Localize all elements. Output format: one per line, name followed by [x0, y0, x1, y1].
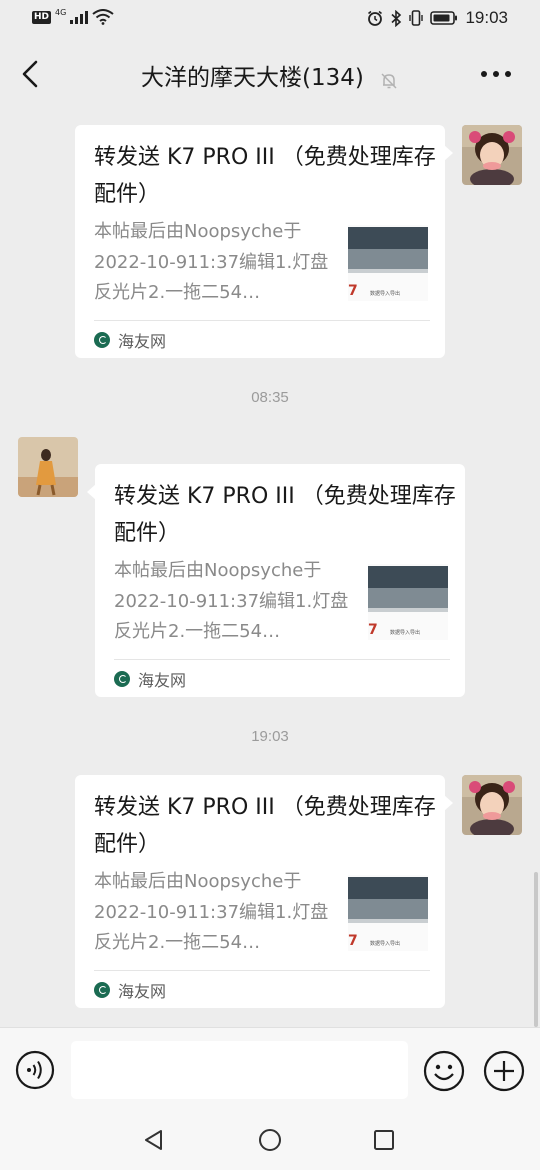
voice-icon[interactable]	[15, 1050, 55, 1090]
card-source: 海友网	[114, 667, 186, 691]
bluetooth-icon	[391, 9, 402, 27]
clock: 19:03	[465, 8, 508, 27]
thumb-label-caption: 数据导入导出	[370, 940, 400, 947]
thumb-label-number: 7	[348, 283, 358, 299]
card-thumbnail: 7 数据导入导出	[368, 564, 448, 640]
scrollbar[interactable]	[534, 872, 538, 1027]
source-logo-icon	[114, 671, 130, 687]
card-divider	[114, 659, 450, 660]
card-thumbnail: 7 数据导入导出	[348, 225, 428, 301]
nav-back-icon[interactable]	[142, 1128, 166, 1152]
title-wrap: 大洋的摩天大楼(134)	[0, 58, 540, 92]
card-source: 海友网	[94, 328, 166, 352]
more-dots-icon[interactable]	[476, 62, 516, 86]
status-bar: HD 4G 19:03	[0, 0, 540, 38]
thumb-label-caption: 数据导入导出	[390, 629, 420, 636]
plus-icon[interactable]	[483, 1050, 525, 1092]
mute-bell-icon	[381, 72, 397, 89]
message-input[interactable]	[71, 1041, 408, 1099]
bubble-tail	[444, 145, 453, 161]
link-card[interactable]: 转发送 K7 PRO III （免费处理库存配件） 本帖最后由Noopsyche…	[75, 125, 453, 358]
card-divider	[94, 320, 430, 321]
link-card[interactable]: 转发送 K7 PRO III （免费处理库存配件） 本帖最后由Noopsyche…	[75, 775, 453, 1008]
avatar-self[interactable]	[462, 775, 522, 835]
card-description: 本帖最后由Noopsyche于2022-10-911:37编辑1.灯盘反光片2.…	[114, 560, 349, 642]
status-right: 19:03	[367, 8, 508, 28]
source-name: 海友网	[118, 332, 167, 351]
source-logo-icon	[94, 982, 110, 998]
chat-header: 大洋的摩天大楼(134)	[0, 38, 540, 108]
network-type: 4G	[55, 7, 67, 17]
bubble-tail	[87, 484, 96, 500]
card-source: 海友网	[94, 978, 166, 1002]
chat-title: 大洋的摩天大楼(134)	[141, 65, 364, 91]
vibrate-icon	[409, 10, 424, 26]
bubble-tail	[444, 795, 453, 811]
alarm-icon	[368, 10, 383, 26]
thumb-label-number: 7	[368, 622, 378, 638]
thumb-label-caption: 数据导入导出	[370, 290, 400, 297]
nav-recent-icon[interactable]	[373, 1129, 395, 1151]
card-title: 转发送 K7 PRO III （免费处理库存配件）	[114, 484, 456, 546]
source-name: 海友网	[118, 982, 167, 1001]
avatar-self[interactable]	[462, 125, 522, 185]
source-name: 海友网	[138, 671, 187, 690]
card-title: 转发送 K7 PRO III （免费处理库存配件）	[94, 795, 436, 857]
card-divider	[94, 970, 430, 971]
wifi-icon	[92, 9, 114, 25]
battery-icon	[430, 11, 458, 25]
signal-icon	[70, 11, 89, 24]
timestamp: 08:35	[251, 389, 289, 406]
hd-badge: HD	[32, 10, 52, 24]
card-thumbnail: 7 数据导入导出	[348, 875, 428, 951]
system-nav-bar	[0, 1110, 540, 1170]
card-description: 本帖最后由Noopsyche于2022-10-911:37编辑1.灯盘反光片2.…	[94, 871, 329, 953]
thumb-label-number: 7	[348, 933, 358, 949]
input-bar	[0, 1027, 540, 1111]
avatar-other[interactable]	[18, 437, 78, 497]
nav-home-icon[interactable]	[258, 1128, 282, 1152]
link-card[interactable]: 转发送 K7 PRO III （免费处理库存配件） 本帖最后由Noopsyche…	[87, 464, 465, 697]
emoji-icon[interactable]	[423, 1050, 465, 1092]
source-logo-icon	[94, 332, 110, 348]
card-title: 转发送 K7 PRO III （免费处理库存配件）	[94, 145, 436, 207]
timestamp: 19:03	[251, 728, 289, 745]
status-left: HD 4G	[32, 7, 114, 25]
card-description: 本帖最后由Noopsyche于2022-10-911:37编辑1.灯盘反光片2.…	[94, 221, 329, 303]
